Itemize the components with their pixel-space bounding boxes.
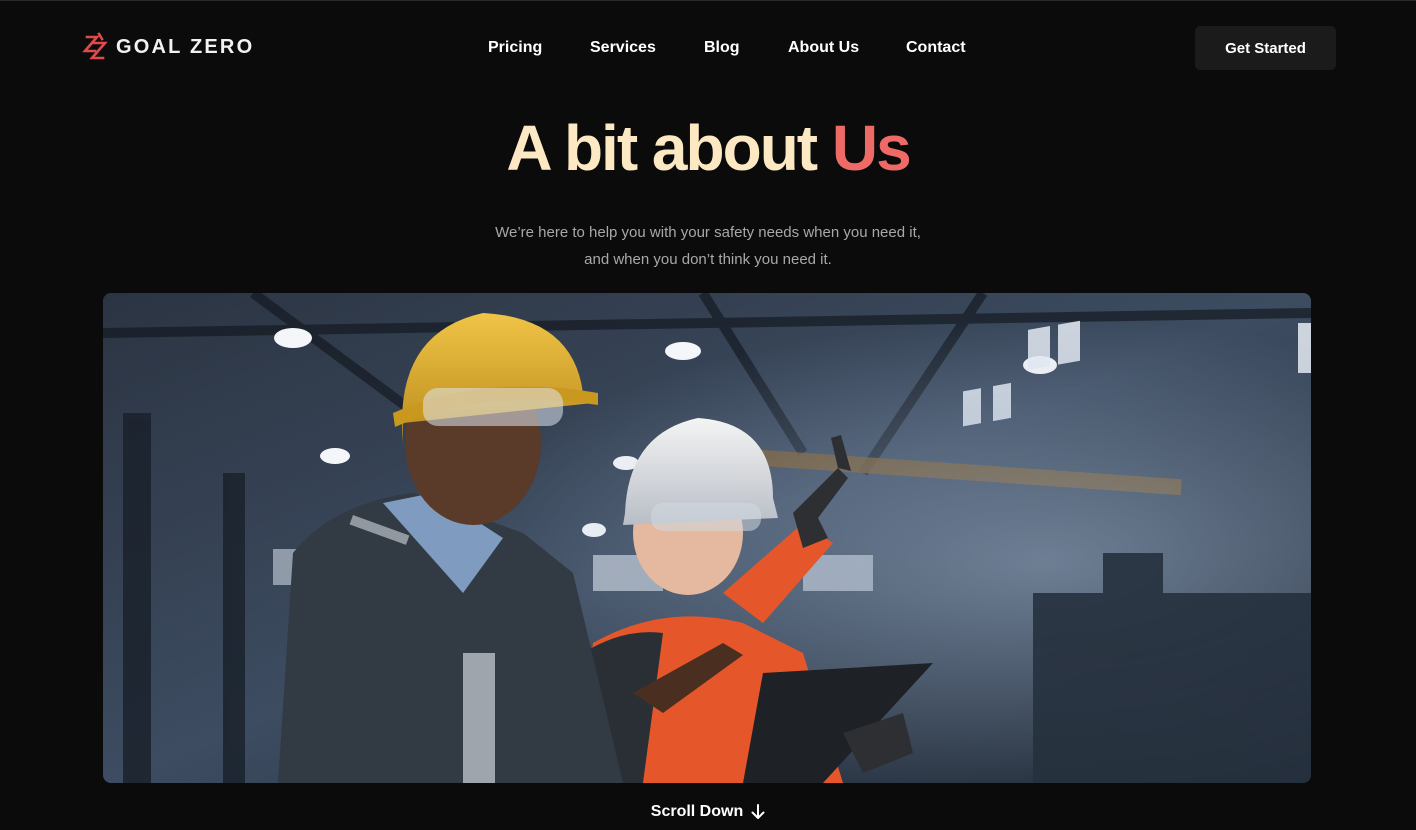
- brand-logo[interactable]: GOAL ZERO: [79, 31, 254, 63]
- nav-link-services[interactable]: Services: [590, 39, 656, 57]
- page-title: A bit about Us: [0, 110, 1416, 186]
- logo-icon: [82, 32, 108, 60]
- scroll-down-label: Scroll Down: [650, 803, 744, 820]
- navbar: GOAL ZERO Pricing Services Blog About Us…: [0, 0, 1416, 96]
- arrow-down-icon: [751, 804, 765, 819]
- hero-image: [103, 293, 1311, 783]
- title-main: A bit about: [506, 112, 818, 184]
- nav-link-contact[interactable]: Contact: [906, 39, 966, 57]
- workers-illustration: [103, 293, 1311, 783]
- get-started-button[interactable]: Get Started: [1195, 26, 1336, 70]
- title-highlight: Us: [831, 112, 912, 184]
- subtitle-line-1: We’re here to help you with your safety …: [495, 224, 921, 241]
- subtitle-line-2: and when you don’t think you need it.: [584, 251, 832, 268]
- nav-link-about[interactable]: About Us: [788, 39, 859, 57]
- nav-link-blog[interactable]: Blog: [704, 39, 740, 57]
- brand-name: GOAL ZERO: [116, 36, 255, 58]
- hero-subtitle: We’re here to help you with your safety …: [0, 219, 1416, 273]
- nav-link-pricing[interactable]: Pricing: [488, 39, 542, 57]
- scroll-down-link[interactable]: Scroll Down: [0, 803, 1416, 821]
